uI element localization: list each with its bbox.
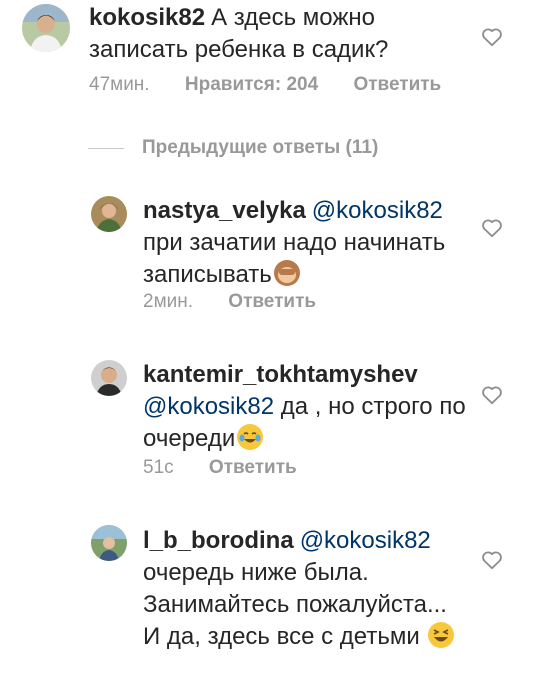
comment-meta: 47мин. Нравится: 204 Ответить xyxy=(89,74,441,96)
laughing-face-icon xyxy=(428,622,455,648)
reply-button[interactable]: Ответить xyxy=(353,74,441,96)
username[interactable]: l_b_borodina xyxy=(143,527,294,554)
mention-link[interactable]: @kokosik82 xyxy=(300,527,431,554)
username[interactable]: kantemir_tokhtamyshev xyxy=(143,361,418,388)
username[interactable]: nastya_velyka xyxy=(143,197,306,224)
avatar[interactable] xyxy=(91,525,127,561)
reply-button[interactable]: Ответить xyxy=(228,291,316,313)
comment-text: очередь ниже была. Занимайтесь пожалуйст… xyxy=(143,559,447,650)
previous-replies-label[interactable]: Предыдущие ответы (11) xyxy=(142,137,378,159)
heart-outline-icon[interactable] xyxy=(481,550,503,570)
comment-body: l_b_borodina @kokosik82 очередь ниже была… xyxy=(143,525,463,653)
username[interactable]: kokosik82 xyxy=(89,4,205,31)
heart-outline-icon[interactable] xyxy=(481,27,503,47)
see-no-evil-monkey-icon xyxy=(273,260,300,286)
comment-body: kantemir_tokhtamyshev @kokosik82 да , но… xyxy=(143,359,473,455)
timestamp: 2мин. xyxy=(143,291,194,312)
comment-body: nastya_velyka @kokosik82 при зачатии надо… xyxy=(143,195,463,291)
timestamp: 51с xyxy=(143,457,174,478)
heart-outline-icon[interactable] xyxy=(481,218,503,238)
avatar[interactable] xyxy=(22,4,70,52)
likes-count[interactable]: Нравится: 204 xyxy=(185,74,318,96)
comment-meta: 2мин. Ответить xyxy=(143,291,316,313)
divider xyxy=(88,147,124,149)
avatar[interactable] xyxy=(91,196,127,232)
mention-link[interactable]: @kokosik82 xyxy=(143,393,274,420)
reply-button[interactable]: Ответить xyxy=(209,457,297,479)
comment-meta: 51с Ответить xyxy=(143,457,297,479)
previous-replies-toggle[interactable]: Предыдущие ответы (11) xyxy=(88,136,378,160)
mention-link[interactable]: @kokosik82 xyxy=(312,197,443,224)
heart-outline-icon[interactable] xyxy=(481,385,503,405)
tears-of-joy-icon xyxy=(237,424,264,450)
timestamp: 47мин. xyxy=(89,74,150,95)
avatar[interactable] xyxy=(91,360,127,396)
comment-body: kokosik82 А здесь можно записать ребенка … xyxy=(89,2,469,66)
